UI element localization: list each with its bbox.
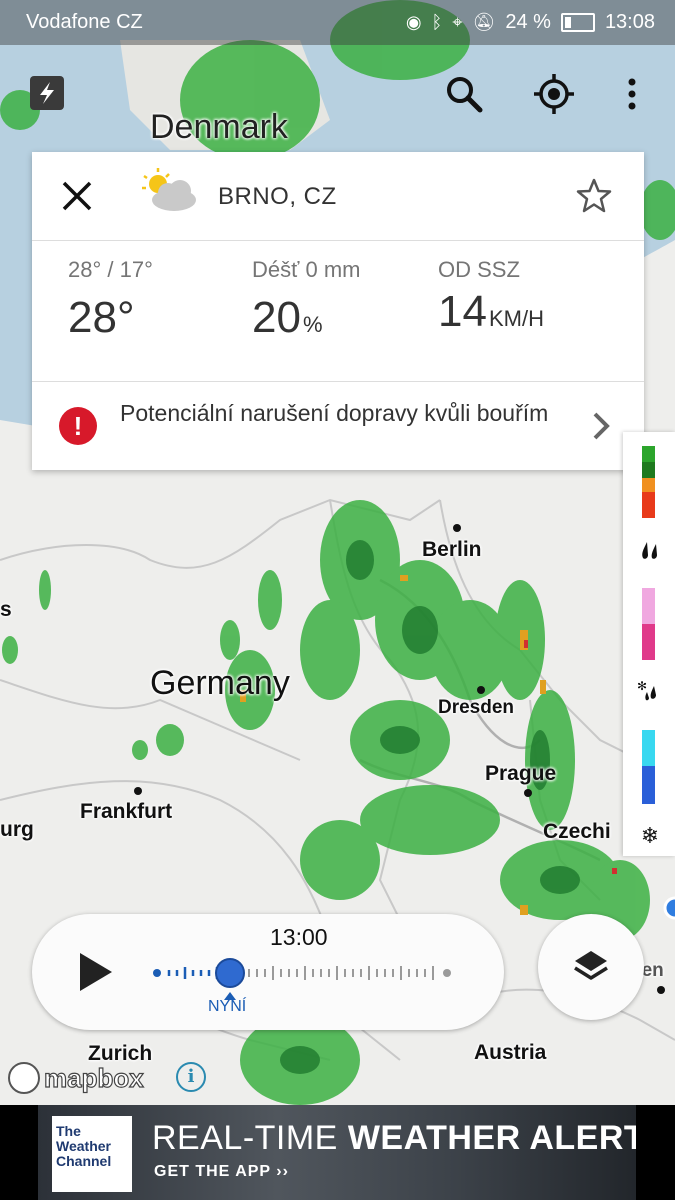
weather-stats: 28° / 17° 28° Déšť 0 mm 20% OD SSZ 14KM/…: [32, 241, 644, 382]
sleet-icon: ✻: [637, 678, 663, 704]
legend-bar-orange: [642, 478, 655, 492]
stat-wind: OD SSZ 14KM/H: [438, 257, 544, 337]
app-logo-icon[interactable]: [30, 76, 64, 110]
map-label-partial-urg: urg: [0, 818, 34, 841]
map-label-denmark: Denmark: [150, 108, 288, 146]
city-dot-prague: [524, 789, 532, 797]
city-name: BRNO, CZ: [218, 183, 337, 210]
map-label-partial-s: s: [0, 598, 12, 621]
timeline-player: 13:00 NYNÍ: [32, 914, 504, 1030]
info-icon[interactable]: i: [176, 1062, 206, 1092]
layers-button[interactable]: [538, 914, 644, 1020]
ad-headline-regular: REAL-TIME: [152, 1119, 348, 1157]
ad-cta[interactable]: GET THE APP ››: [154, 1163, 289, 1181]
rain-unit: %: [302, 312, 323, 337]
timeline-track[interactable]: [152, 958, 452, 988]
mapbox-icon: [8, 1062, 40, 1094]
card-header: BRNO, CZ: [32, 152, 644, 241]
map-label-austria: Austria: [474, 1041, 547, 1064]
ad-headline: REAL-TIME WEATHER ALERTS: [152, 1119, 636, 1158]
ad-headline-bold: WEATHER ALERTS: [347, 1119, 636, 1157]
legend-bar-cyan: [642, 730, 655, 766]
radar-legend: ✻ ❄: [623, 432, 675, 856]
wind-unit: KM/H: [488, 306, 544, 331]
timeline-time: 13:00: [270, 924, 328, 950]
city-dot-dresden: [477, 686, 485, 694]
now-label: NYNÍ: [208, 998, 247, 1015]
weather-channel-logo: The Weather Channel: [52, 1116, 132, 1192]
temp-range: 28° / 17°: [68, 257, 153, 282]
stat-rain: Déšť 0 mm 20%: [252, 257, 361, 343]
wind-value: 14: [438, 287, 487, 336]
timeline-thumb: [215, 958, 245, 988]
carrier-name: Vodafone CZ: [26, 11, 143, 33]
play-icon[interactable]: [76, 950, 116, 994]
legend-bar-light-green: [642, 446, 655, 462]
clock: 13:08: [604, 11, 655, 33]
wind-label: OD SSZ: [438, 257, 520, 282]
ad-banner[interactable]: The Weather Channel REAL-TIME WEATHER AL…: [0, 1105, 675, 1200]
status-bar: Vodafone CZ ◉ ᛒ ⌖ 🔕︎ 24 % 13:08: [0, 0, 675, 45]
map-label-frankfurt: Frankfurt: [80, 800, 173, 823]
status-icons: ◉ ᛒ ⌖ 🔕︎ 24 % 13:08: [406, 11, 655, 34]
temp-current: 28°: [68, 293, 135, 342]
layers-icon: [574, 951, 608, 980]
map-label-germany: Germany: [150, 664, 290, 702]
stat-temperature: 28° / 17° 28°: [68, 257, 153, 343]
ad-creative[interactable]: The Weather Channel REAL-TIME WEATHER AL…: [38, 1105, 636, 1200]
search-icon[interactable]: [442, 72, 486, 116]
rain-probability: 20%: [252, 293, 361, 343]
map-label-czechia: Czechi: [543, 820, 611, 843]
snowflake-icon: ❄: [640, 824, 660, 849]
weather-alert-row[interactable]: ! Potenciální narušení dopravy kvůli bou…: [32, 382, 644, 470]
mapbox-logo[interactable]: mapbox: [8, 1060, 144, 1096]
mapbox-wordmark: mapbox: [43, 1062, 144, 1093]
battery-percent: 24 %: [505, 11, 551, 33]
star-icon[interactable]: [574, 176, 614, 216]
more-vert-icon[interactable]: [612, 72, 652, 116]
partly-cloudy-icon: [138, 166, 200, 216]
battery-icon: [560, 13, 595, 32]
exclamation-icon: !: [59, 407, 97, 445]
rain-label: Déšť 0 mm: [252, 257, 361, 282]
city-dot-vienna: [657, 986, 665, 994]
brand-line-3: Channel: [56, 1153, 112, 1169]
chevron-right-icon: [586, 409, 616, 443]
map-label-berlin: Berlin: [422, 538, 482, 561]
legend-bar-magenta: [642, 624, 655, 660]
legend-bar-blue: [642, 766, 655, 804]
map-label-prague: Prague: [485, 762, 557, 785]
wind-speed: 14KM/H: [438, 287, 544, 337]
location-icon: ⌖: [452, 12, 463, 32]
weather-card: BRNO, CZ 28° / 17° 28° Déšť 0 mm 20% OD …: [32, 152, 644, 470]
alert-text: Potenciální narušení dopravy kvůli bouří…: [120, 400, 549, 426]
mute-icon: 🔕︎: [472, 12, 496, 32]
eye-icon: ◉: [405, 12, 422, 32]
legend-bar-green: [642, 462, 655, 478]
close-icon[interactable]: [57, 176, 97, 216]
crosshair-icon[interactable]: [532, 72, 576, 116]
map-label-dresden: Dresden: [438, 697, 515, 718]
rain-drops-icon: [637, 538, 663, 564]
bluetooth-icon: ᛒ: [431, 12, 443, 32]
city-dot-berlin: [453, 524, 461, 532]
legend-bar-red: [642, 492, 655, 518]
brand-line-2: Weather: [56, 1138, 111, 1154]
brand-line-1: The: [56, 1123, 81, 1139]
rain-value: 20: [252, 293, 301, 342]
legend-bar-pink: [642, 588, 655, 624]
city-dot-frankfurt: [134, 787, 142, 795]
svg-text:✻: ✻: [637, 679, 647, 693]
